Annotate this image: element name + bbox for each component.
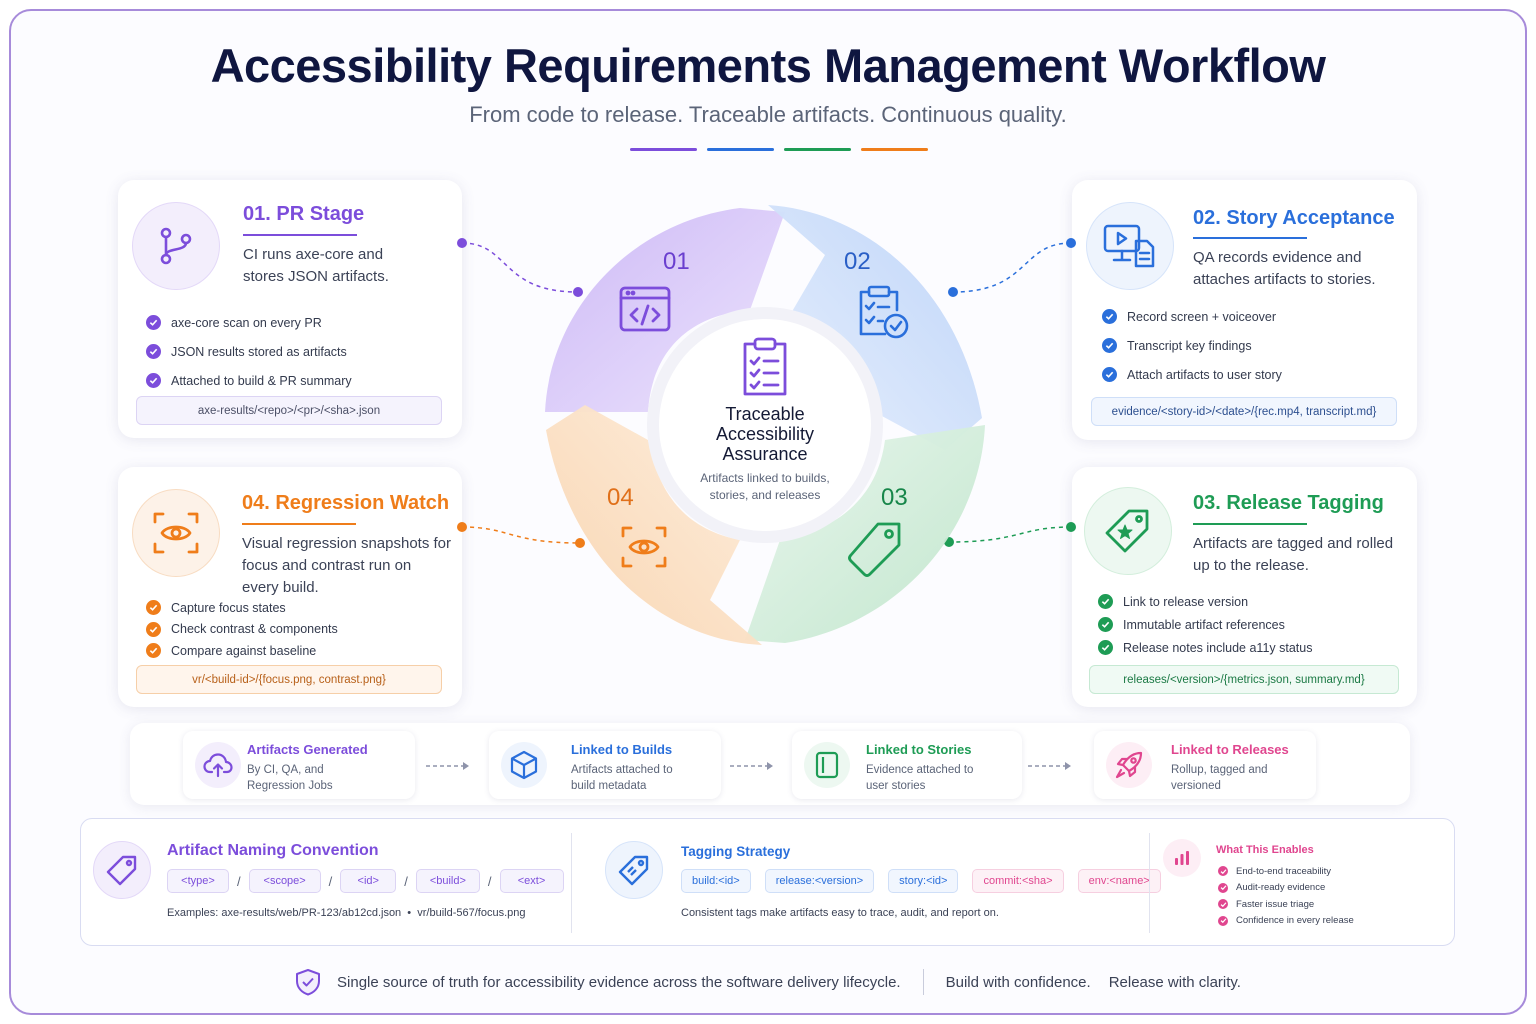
tag-chip: story:<id> [888, 869, 959, 893]
divider [571, 833, 572, 933]
check-icon [1218, 866, 1228, 877]
tag-chip: build:<id> [681, 869, 751, 893]
artifact-flow: Artifacts Generated By CI, QA, and Regres… [130, 723, 1410, 805]
enables-title: What This Enables [1216, 844, 1314, 856]
check-icon [1218, 915, 1228, 926]
document-icon [804, 742, 850, 788]
tag-edit-icon [605, 841, 663, 899]
segment-number-04: 04 [607, 484, 634, 511]
rocket-icon [1106, 742, 1152, 788]
enables-list: End-to-end traceability Audit-ready evid… [1218, 863, 1354, 929]
center-title: Traceable Accessibility Assurance [715, 404, 815, 464]
naming-title: Artifact Naming Convention [167, 842, 379, 859]
tagging-note: Consistent tags make artifacts easy to t… [681, 907, 999, 919]
naming-part: <build> [415, 869, 480, 893]
bar-chart-icon [1163, 839, 1201, 877]
tag-chip: release:<version> [764, 869, 875, 893]
naming-parts: <type> / <scope> / <id> / <build> / <ext… [167, 869, 564, 893]
tag-icon [93, 841, 151, 899]
footer-build: Build with confidence. [945, 973, 1091, 991]
code-window-icon [619, 286, 671, 332]
cloud-upload-icon [195, 742, 241, 788]
naming-part: <id> [340, 869, 397, 893]
flow-step-releases: Linked to Releases Rollup, tagged and ver… [1094, 731, 1316, 799]
naming-examples: Examples: axe-results/web/PR-123/ab12cd.… [167, 907, 526, 919]
naming-part: <ext> [499, 869, 564, 893]
flow-arrow [730, 762, 773, 770]
segment-number-02: 02 [844, 248, 871, 275]
divider [1149, 833, 1150, 933]
flow-step-generated: Artifacts Generated By CI, QA, and Regres… [183, 731, 415, 799]
flow-step-builds: Linked to Builds Artifacts attached to bu… [489, 731, 721, 799]
tagging-chips: build:<id> release:<version> story:<id> … [681, 869, 1161, 893]
shield-check-icon [296, 969, 321, 996]
naming-part: <scope> [248, 869, 321, 893]
check-icon [1218, 882, 1228, 893]
check-icon [1218, 899, 1228, 910]
footer-divider [922, 969, 924, 995]
tag-chip: commit:<sha> [972, 869, 1064, 893]
eye-scan-icon [621, 526, 667, 568]
center-description: Artifacts linked to builds, stories, and … [700, 471, 830, 502]
clipboard-check-icon [859, 285, 909, 339]
footer-release: Release with clarity. [1108, 973, 1241, 991]
conventions-panel: Artifact Naming Convention <type> / <sco… [80, 818, 1455, 946]
footer: Single source of truth for accessibility… [0, 968, 1536, 996]
cube-icon [501, 742, 547, 788]
footer-main: Single source of truth for accessibility… [337, 973, 901, 991]
segment-number-03: 03 [881, 484, 908, 511]
checklist-icon [743, 337, 787, 396]
flow-arrow [426, 762, 469, 770]
segment-number-01: 01 [663, 248, 690, 275]
tag-icon [848, 522, 901, 577]
tagging-title: Tagging Strategy [681, 844, 791, 859]
naming-part: <type> [167, 869, 229, 893]
flow-arrow [1028, 762, 1071, 770]
flow-step-stories: Linked to Stories Evidence attached to us… [792, 731, 1022, 799]
